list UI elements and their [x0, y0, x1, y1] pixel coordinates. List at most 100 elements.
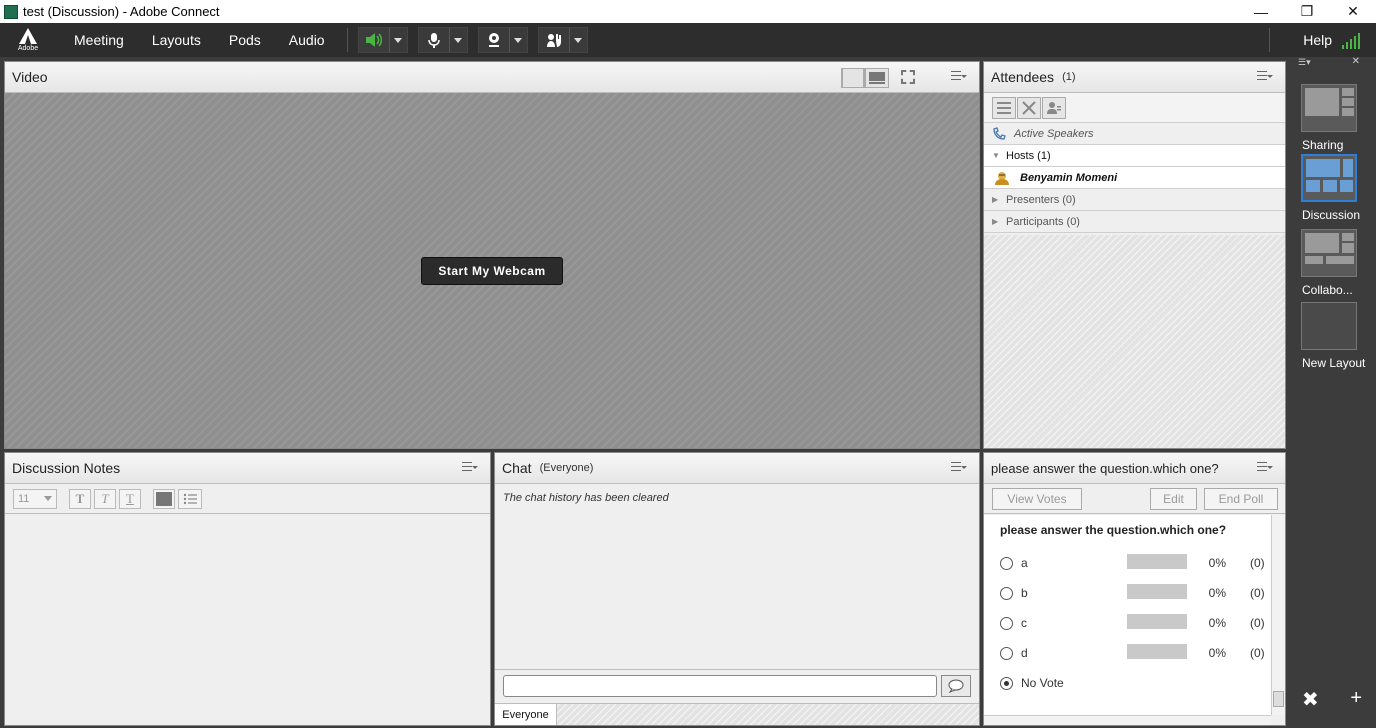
layout-item-new-layout[interactable]: New Layout [1299, 302, 1365, 370]
italic-button[interactable]: T [94, 488, 116, 509]
bold-icon: T [75, 490, 85, 506]
manage-layouts-icon[interactable]: ✖ [1302, 687, 1319, 712]
webcam-toggle-button[interactable] [479, 28, 509, 52]
layouts-panel-header: ☰▾ ✕ [1292, 56, 1366, 69]
poll-option[interactable]: b 0% (0) [1000, 583, 1270, 603]
raise-hand-dropdown-button[interactable] [568, 28, 587, 52]
list-view-button[interactable] [992, 96, 1016, 119]
poll-question: please answer the question.which one? [1000, 523, 1227, 537]
chat-pod-title: Chat [502, 460, 532, 476]
scrollbar-thumb[interactable] [1273, 691, 1284, 707]
raise-hand-button[interactable] [539, 28, 569, 52]
video-pod-menu-icon[interactable] [951, 71, 967, 83]
poll-result-bar [1127, 584, 1187, 599]
bold-button[interactable]: T [69, 488, 91, 509]
fullscreen-icon[interactable] [901, 70, 915, 84]
hosts-group-row[interactable]: ▼ Hosts (1) [984, 145, 1285, 167]
poll-pod-title: please answer the question.which one? [991, 460, 1219, 476]
attendees-pod-menu-icon[interactable] [1257, 71, 1273, 83]
webcam-control [477, 27, 528, 53]
radio-button-selected[interactable] [1000, 676, 1013, 690]
chat-send-button[interactable] [941, 675, 971, 697]
presenters-group-row[interactable]: ▶ Presenters (0) [984, 189, 1285, 211]
chat-tab-everyone[interactable]: Everyone [495, 704, 557, 725]
add-layout-icon[interactable]: + [1350, 687, 1362, 712]
underline-button[interactable]: T [119, 488, 141, 509]
minimize-button[interactable]: — [1238, 0, 1284, 23]
attendee-row[interactable]: Benyamin Momeni [984, 167, 1285, 189]
notes-pod-menu-icon[interactable] [462, 462, 478, 474]
video-grid-view-button[interactable] [841, 68, 865, 88]
help-menu[interactable]: Help [1303, 32, 1332, 48]
poll-horizontal-scrollbar[interactable] [984, 715, 1271, 725]
underline-icon: T [126, 490, 134, 506]
video-filmstrip-view-button[interactable] [865, 68, 889, 88]
webcam-icon [488, 33, 499, 47]
poll-vertical-scrollbar[interactable] [1271, 515, 1285, 715]
close-icon[interactable]: ✕ [1352, 56, 1360, 67]
poll-option-label: c [1021, 616, 1027, 630]
participants-group-row[interactable]: ▶ Participants (0) [984, 211, 1285, 233]
poll-no-vote-option[interactable]: No Vote [1000, 673, 1270, 693]
breakout-icon [1022, 100, 1036, 115]
attendees-empty-area [984, 235, 1285, 448]
radio-button[interactable] [1000, 646, 1013, 660]
start-webcam-button[interactable]: Start My Webcam [421, 257, 563, 285]
layout-item-discussion[interactable]: Discussion [1299, 154, 1361, 222]
poll-option[interactable]: c 0% (0) [1000, 613, 1270, 633]
expanded-arrow-icon: ▼ [992, 151, 1000, 160]
attendees-count: (1) [1062, 71, 1076, 83]
view-votes-button[interactable]: View Votes [992, 488, 1082, 510]
menu-pods[interactable]: Pods [229, 32, 261, 48]
layout-item-collaboration[interactable]: Collabo... [1299, 229, 1359, 297]
speaker-toggle-button[interactable] [358, 28, 389, 52]
chat-pod-menu-icon[interactable] [951, 462, 967, 474]
restore-button[interactable]: ❐ [1284, 0, 1330, 23]
poll-option[interactable]: a 0% (0) [1000, 553, 1270, 573]
webcam-dropdown-button[interactable] [508, 28, 527, 52]
bullet-list-button[interactable] [178, 488, 202, 509]
menu-audio[interactable]: Audio [289, 32, 325, 48]
notes-toolbar: 11 T T T [5, 484, 490, 514]
layout-item-sharing[interactable]: Sharing [1299, 84, 1359, 152]
microphone-toggle-button[interactable] [419, 28, 449, 52]
radio-button[interactable] [1000, 616, 1013, 630]
end-poll-button[interactable]: End Poll [1204, 488, 1278, 510]
hosts-group-label: Hosts (1) [1006, 149, 1051, 162]
chevron-down-icon [394, 37, 403, 43]
raise-hand-icon [546, 34, 561, 47]
speaker-icon [365, 33, 382, 47]
close-window-button[interactable]: ✕ [1330, 0, 1376, 23]
poll-pod-menu-icon[interactable] [1257, 462, 1273, 474]
chat-pod: Chat (Everyone) The chat history has bee… [494, 452, 980, 726]
microphone-icon [427, 33, 440, 48]
poll-pod: please answer the question.which one? Vi… [983, 452, 1286, 726]
text-color-button[interactable] [153, 488, 175, 509]
poll-option[interactable]: d 0% (0) [1000, 643, 1270, 663]
poll-option-count: (0) [1250, 556, 1265, 570]
menu-meeting[interactable]: Meeting [74, 32, 124, 48]
layouts-menu-icon[interactable]: ☰▾ [1298, 57, 1311, 68]
attendee-status-button[interactable] [1042, 96, 1066, 119]
layout-thumbnail-selected [1301, 154, 1357, 202]
video-pod-title: Video [12, 69, 48, 85]
radio-button[interactable] [1000, 556, 1013, 570]
help-divider [1269, 28, 1270, 52]
layout-thumbnail [1301, 84, 1357, 132]
speech-bubble-icon [948, 679, 964, 693]
speaker-dropdown-button[interactable] [388, 28, 407, 52]
layout-name: Discussion [1302, 208, 1361, 222]
video-area: Start My Webcam [5, 93, 979, 448]
chat-message-input[interactable] [503, 675, 937, 697]
font-size-select[interactable]: 11 [13, 488, 57, 509]
poll-result-bar [1127, 554, 1187, 569]
radio-button[interactable] [1000, 586, 1013, 600]
microphone-dropdown-button[interactable] [448, 28, 467, 52]
edit-poll-button[interactable]: Edit [1150, 488, 1197, 510]
person-icon [1047, 101, 1061, 114]
poll-result-bar [1127, 614, 1187, 629]
notes-text-area[interactable] [5, 515, 490, 725]
phone-icon [993, 126, 1006, 140]
breakout-view-button[interactable] [1017, 96, 1041, 119]
menu-layouts[interactable]: Layouts [152, 32, 201, 48]
